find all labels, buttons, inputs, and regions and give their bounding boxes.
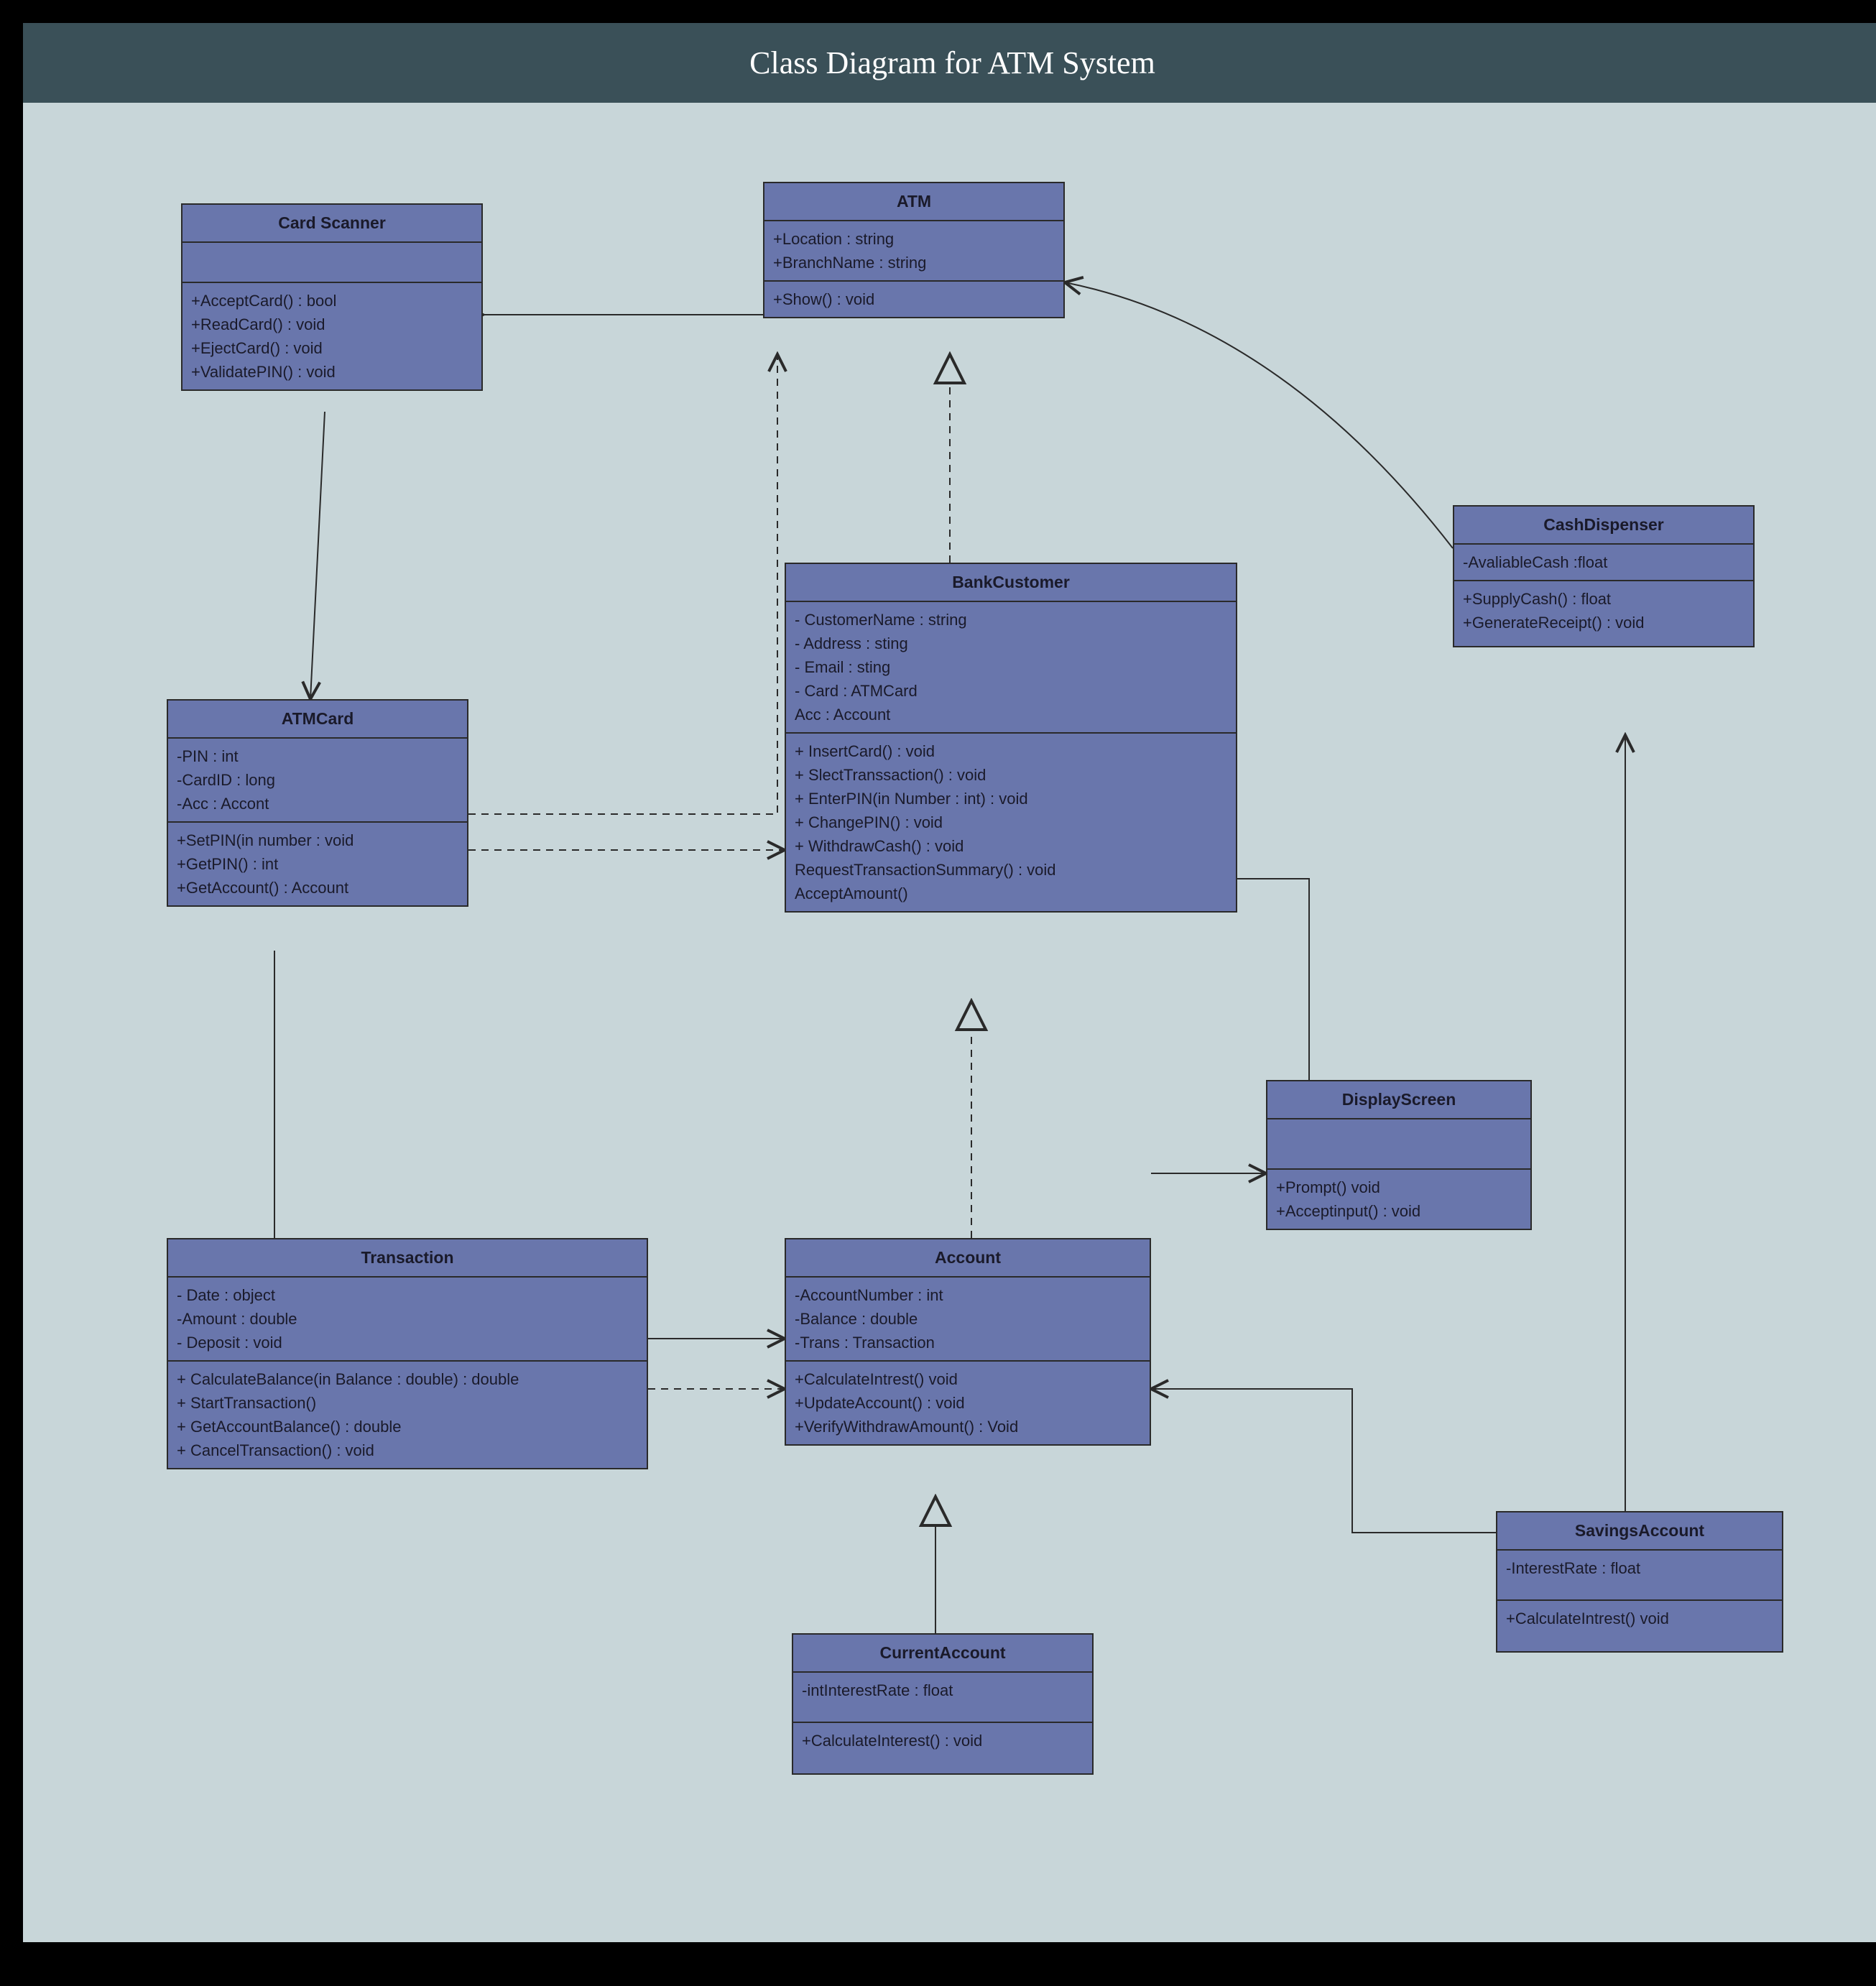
attr: +Location : string	[773, 227, 1055, 251]
class-current-account: CurrentAccount -intInterestRate : float …	[792, 1633, 1094, 1775]
op: + InsertCard() : void	[795, 739, 1227, 763]
op: + WithdrawCash() : void	[795, 834, 1227, 858]
class-title: DisplayScreen	[1267, 1081, 1530, 1119]
class-attrs: -PIN : int -CardID : long -Acc : Accont	[168, 739, 467, 823]
op: +CalculateInterest() : void	[802, 1729, 1083, 1752]
class-ops: +Prompt() void +Acceptinput() : void	[1267, 1170, 1530, 1229]
class-card-scanner: Card Scanner +AcceptCard() : bool +ReadC…	[181, 203, 483, 391]
class-attrs: -InterestRate : float	[1497, 1551, 1782, 1601]
op: +SupplyCash() : float	[1463, 587, 1745, 611]
class-ops: + InsertCard() : void + SlectTranssactio…	[786, 734, 1236, 911]
class-attrs: - Date : object -Amount : double - Depos…	[168, 1278, 647, 1362]
op: +CalculateIntrest() void	[1506, 1607, 1773, 1630]
class-ops: +AcceptCard() : bool +ReadCard() : void …	[182, 283, 481, 389]
op: + CalculateBalance(in Balance : double) …	[177, 1367, 638, 1391]
op: + ChangePIN() : void	[795, 810, 1227, 834]
attr: - Deposit : void	[177, 1331, 638, 1354]
op: +VerifyWithdrawAmount() : Void	[795, 1415, 1141, 1438]
class-ops: +CalculateInterest() : void	[793, 1723, 1092, 1773]
class-ops: +CalculateIntrest() void	[1497, 1601, 1782, 1651]
class-title: CurrentAccount	[793, 1635, 1092, 1673]
class-bank-customer: BankCustomer - CustomerName : string - A…	[785, 563, 1237, 913]
class-cash-dispenser: CashDispenser -AvaliableCash :float +Sup…	[1453, 505, 1755, 647]
op: +Prompt() void	[1276, 1176, 1522, 1199]
op: +AcceptCard() : bool	[191, 289, 473, 313]
class-account: Account -AccountNumber : int -Balance : …	[785, 1238, 1151, 1446]
class-attrs: -AccountNumber : int -Balance : double -…	[786, 1278, 1150, 1362]
op: + CancelTransaction() : void	[177, 1438, 638, 1462]
attr: - Date : object	[177, 1283, 638, 1307]
op: +GenerateReceipt() : void	[1463, 611, 1745, 634]
class-atm: ATM +Location : string +BranchName : str…	[763, 182, 1065, 318]
attr: +BranchName : string	[773, 251, 1055, 274]
class-attrs: - CustomerName : string - Address : stin…	[786, 602, 1236, 734]
class-transaction: Transaction - Date : object -Amount : do…	[167, 1238, 648, 1469]
op: + GetAccountBalance() : double	[177, 1415, 638, 1438]
attr: -intInterestRate : float	[802, 1678, 1083, 1702]
class-ops: +SetPIN(in number : void +GetPIN() : int…	[168, 823, 467, 905]
op: +GetPIN() : int	[177, 852, 458, 876]
class-title: ATM	[764, 183, 1063, 221]
attr: Acc : Account	[795, 703, 1227, 726]
op: +ValidatePIN() : void	[191, 360, 473, 384]
attr: - Card : ATMCard	[795, 679, 1227, 703]
class-title: CashDispenser	[1454, 507, 1753, 545]
diagram-canvas: Card Scanner +AcceptCard() : bool +ReadC…	[23, 103, 1876, 1942]
op: +Acceptinput() : void	[1276, 1199, 1522, 1223]
attr: -Acc : Accont	[177, 792, 458, 816]
op: +ReadCard() : void	[191, 313, 473, 336]
op: +GetAccount() : Account	[177, 876, 458, 900]
class-title: SavingsAccount	[1497, 1512, 1782, 1551]
class-title: BankCustomer	[786, 564, 1236, 602]
attr: - CustomerName : string	[795, 608, 1227, 632]
class-title: Account	[786, 1239, 1150, 1278]
attr: -InterestRate : float	[1506, 1556, 1773, 1580]
class-ops: +CalculateIntrest() void +UpdateAccount(…	[786, 1362, 1150, 1444]
class-display-screen: DisplayScreen +Prompt() void +Acceptinpu…	[1266, 1080, 1532, 1230]
op: AcceptAmount()	[795, 882, 1227, 905]
class-savings-account: SavingsAccount -InterestRate : float +Ca…	[1496, 1511, 1783, 1653]
op: + StartTransaction()	[177, 1391, 638, 1415]
op: +CalculateIntrest() void	[795, 1367, 1141, 1391]
op: + SlectTranssaction() : void	[795, 763, 1227, 787]
diagram-title: Class Diagram for ATM System	[749, 45, 1155, 80]
class-ops: +SupplyCash() : float +GenerateReceipt()…	[1454, 581, 1753, 646]
op: + EnterPIN(in Number : int) : void	[795, 787, 1227, 810]
attr: -CardID : long	[177, 768, 458, 792]
attr: -PIN : int	[177, 744, 458, 768]
attr: -Amount : double	[177, 1307, 638, 1331]
class-title: ATMCard	[168, 701, 467, 739]
op: RequestTransactionSummary() : void	[795, 858, 1227, 882]
class-atm-card: ATMCard -PIN : int -CardID : long -Acc :…	[167, 699, 468, 907]
class-attrs	[1267, 1119, 1530, 1170]
attr: - Address : sting	[795, 632, 1227, 655]
attr: -Balance : double	[795, 1307, 1141, 1331]
diagram-frame: Class Diagram for ATM System	[14, 14, 1876, 1972]
attr: - Email : sting	[795, 655, 1227, 679]
class-attrs: -AvaliableCash :float	[1454, 545, 1753, 581]
class-title: Transaction	[168, 1239, 647, 1278]
diagram-title-bar: Class Diagram for ATM System	[23, 23, 1876, 103]
class-attrs: -intInterestRate : float	[793, 1673, 1092, 1723]
class-ops: +Show() : void	[764, 282, 1063, 317]
class-attrs	[182, 243, 481, 283]
op: +Show() : void	[773, 287, 1055, 311]
op: +SetPIN(in number : void	[177, 828, 458, 852]
op: +UpdateAccount() : void	[795, 1391, 1141, 1415]
attr: -AccountNumber : int	[795, 1283, 1141, 1307]
class-attrs: +Location : string +BranchName : string	[764, 221, 1063, 282]
attr: -Trans : Transaction	[795, 1331, 1141, 1354]
attr: -AvaliableCash :float	[1463, 550, 1745, 574]
class-ops: + CalculateBalance(in Balance : double) …	[168, 1362, 647, 1468]
op: +EjectCard() : void	[191, 336, 473, 360]
class-title: Card Scanner	[182, 205, 481, 243]
